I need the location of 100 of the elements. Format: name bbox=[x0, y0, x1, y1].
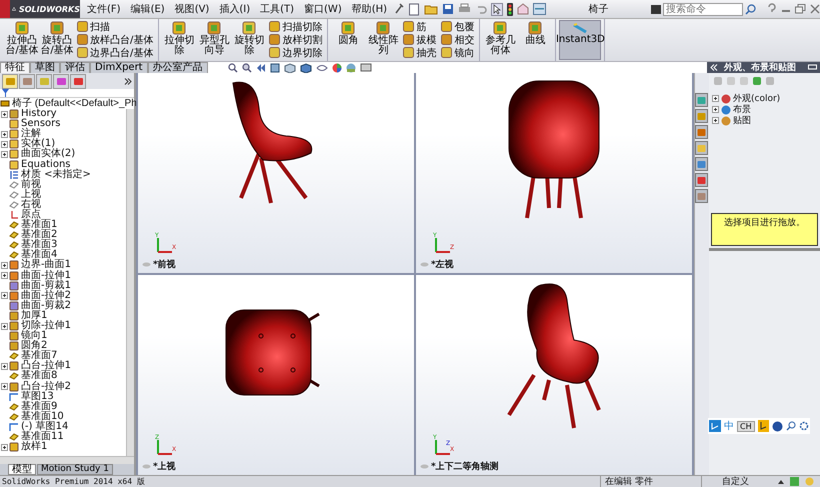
traffic-light-icon[interactable] bbox=[507, 2, 514, 16]
ribbon-button[interactable]: 曲线 bbox=[518, 20, 552, 60]
menu-item[interactable]: 文件(F) bbox=[84, 2, 124, 16]
expand-icon[interactable] bbox=[1, 150, 8, 158]
ribbon-button[interactable]: 拔模 bbox=[401, 33, 438, 46]
ribbon-button[interactable]: 相交 bbox=[439, 33, 476, 46]
tree-item[interactable]: 右视 bbox=[9, 200, 41, 210]
ribbon-button[interactable]: 圆角 bbox=[331, 20, 366, 60]
ribbon-button[interactable]: 扫描切除 bbox=[267, 20, 324, 33]
ribbon-button[interactable]: 筋 bbox=[401, 20, 438, 33]
ribbon-button[interactable]: 镜向 bbox=[439, 46, 476, 59]
tree-item[interactable]: 凸台-拉伸2 bbox=[9, 382, 71, 392]
tree-item[interactable]: 贴图 bbox=[721, 114, 751, 127]
expand-icon[interactable] bbox=[1, 322, 8, 330]
tree-item[interactable]: 外观(color) bbox=[721, 92, 780, 105]
tree-item[interactable]: 边界-曲面1 bbox=[9, 260, 71, 270]
scene-icon[interactable] bbox=[346, 62, 356, 72]
ribbon-button[interactable]: 抽壳 bbox=[401, 46, 438, 59]
tab[interactable]: DimXpert bbox=[90, 62, 148, 73]
task-pane-tab[interactable] bbox=[695, 173, 708, 187]
tree-item[interactable]: 基准面7 bbox=[9, 351, 58, 362]
expand-icon[interactable] bbox=[712, 117, 719, 124]
tab[interactable]: 模型 bbox=[8, 464, 36, 475]
tree-item[interactable]: 椅子 (Default<<Default>_Ph bbox=[0, 98, 137, 109]
new-document-icon[interactable] bbox=[408, 2, 420, 16]
tree-item[interactable]: 曲面实体(2) bbox=[9, 149, 76, 160]
tree-item[interactable]: 基准面10 bbox=[9, 412, 64, 422]
tab[interactable]: Motion Study 1 bbox=[37, 464, 113, 475]
tab[interactable]: 草图 bbox=[30, 62, 60, 73]
expand-icon[interactable] bbox=[712, 95, 719, 102]
tree-item[interactable]: 前视 bbox=[9, 180, 41, 190]
units-button[interactable]: 自定义 bbox=[701, 475, 772, 487]
menu-item[interactable]: 插入(I) bbox=[216, 2, 254, 16]
expand-icon[interactable] bbox=[1, 444, 8, 451]
tree-item[interactable]: 基准面8 bbox=[9, 371, 58, 382]
expand-icon[interactable] bbox=[1, 262, 8, 269]
ribbon-button[interactable]: 线性阵列 bbox=[366, 20, 400, 60]
tree-item[interactable]: 镜向1 bbox=[9, 331, 48, 342]
menu-item[interactable]: 视图(V) bbox=[172, 2, 212, 16]
tree-item[interactable]: 加厚1 bbox=[9, 310, 48, 321]
menu-item[interactable]: 工具(T) bbox=[257, 2, 298, 16]
tree-item[interactable]: 曲面-拉伸1 bbox=[9, 270, 71, 281]
expand-icon[interactable] bbox=[1, 130, 8, 138]
collapse-icon[interactable] bbox=[710, 64, 718, 71]
ribbon-button[interactable]: 异型孔向导 bbox=[197, 20, 232, 60]
tree-item[interactable]: (-) 草图14 bbox=[9, 422, 68, 432]
tree-item[interactable]: 布景 bbox=[721, 103, 751, 116]
restore-icon[interactable] bbox=[795, 4, 806, 14]
scrollbar[interactable] bbox=[126, 109, 134, 456]
filter-icon[interactable] bbox=[2, 89, 9, 97]
language-indicator[interactable]: CH bbox=[737, 420, 755, 432]
manager-tab[interactable] bbox=[53, 74, 69, 88]
ime-logo-icon[interactable] bbox=[709, 420, 721, 432]
ribbon-button[interactable]: 旋转切除 bbox=[232, 20, 266, 60]
ribbon-button[interactable]: 拉伸凸台/基体 bbox=[5, 20, 39, 60]
tab[interactable]: 办公室产品 bbox=[148, 62, 208, 73]
expand-icon[interactable] bbox=[1, 110, 8, 118]
ribbon-button[interactable]: 放样切割 bbox=[267, 33, 324, 46]
tree-item[interactable]: 切除-拉伸1 bbox=[9, 321, 71, 332]
expand-icon[interactable] bbox=[712, 106, 719, 113]
expand-icon[interactable] bbox=[1, 292, 8, 300]
close-icon[interactable] bbox=[810, 4, 820, 14]
ribbon-button[interactable]: 参考几何体 bbox=[483, 20, 518, 60]
ribbon-button[interactable]: 边界凸台/基体 bbox=[75, 46, 156, 59]
ribbon-button[interactable]: 拉伸切除 bbox=[162, 20, 196, 60]
tree-item[interactable]: 草图13 bbox=[9, 392, 54, 402]
print-icon[interactable] bbox=[458, 3, 472, 15]
search-icon[interactable] bbox=[786, 421, 796, 431]
tree-item[interactable]: 材质 <未指定> bbox=[9, 170, 91, 180]
more-icon[interactable] bbox=[124, 78, 132, 84]
expand-icon[interactable] bbox=[1, 272, 8, 280]
tree-item[interactable]: 上视 bbox=[9, 190, 41, 200]
ribbon-button[interactable]: 放样凸台/基体 bbox=[75, 33, 156, 46]
select-arrow-icon[interactable] bbox=[491, 2, 504, 16]
hide-show-icon[interactable] bbox=[316, 62, 328, 72]
tree-item[interactable]: Equations bbox=[9, 160, 70, 170]
ribbon-button[interactable]: 包覆 bbox=[439, 20, 476, 33]
task-pane-tab[interactable] bbox=[695, 141, 708, 155]
zoom-fit-icon[interactable] bbox=[228, 62, 238, 72]
tree-item[interactable]: 曲面-剪裁1 bbox=[9, 280, 71, 291]
ribbon-button[interactable]: 边界切除 bbox=[267, 46, 324, 59]
open-folder-icon[interactable] bbox=[424, 3, 438, 15]
monitor-icon[interactable] bbox=[360, 62, 372, 72]
tab[interactable]: 特征 bbox=[0, 62, 30, 73]
search-field[interactable]: 搜索命令 bbox=[663, 2, 743, 16]
window-icon[interactable] bbox=[533, 3, 546, 15]
tree-item[interactable]: 曲面-拉伸2 bbox=[9, 290, 71, 301]
section-view-icon[interactable] bbox=[270, 62, 280, 72]
ribbon-button[interactable]: 扫描 bbox=[75, 20, 156, 33]
menu-item[interactable]: 帮助(H) bbox=[348, 2, 390, 16]
caret-icon[interactable] bbox=[778, 480, 784, 484]
tree-item[interactable]: 放样1 bbox=[9, 442, 48, 452]
save-icon[interactable] bbox=[442, 3, 454, 15]
tab[interactable]: 评估 bbox=[60, 62, 90, 73]
appearance-icon[interactable] bbox=[332, 62, 342, 72]
tree-item[interactable]: 基准面9 bbox=[9, 402, 58, 412]
tree-item[interactable]: 曲面-剪裁2 bbox=[9, 300, 71, 311]
manager-tab[interactable] bbox=[70, 74, 86, 88]
expand-icon[interactable] bbox=[1, 140, 8, 148]
input-mode[interactable]: 中 bbox=[724, 419, 734, 433]
